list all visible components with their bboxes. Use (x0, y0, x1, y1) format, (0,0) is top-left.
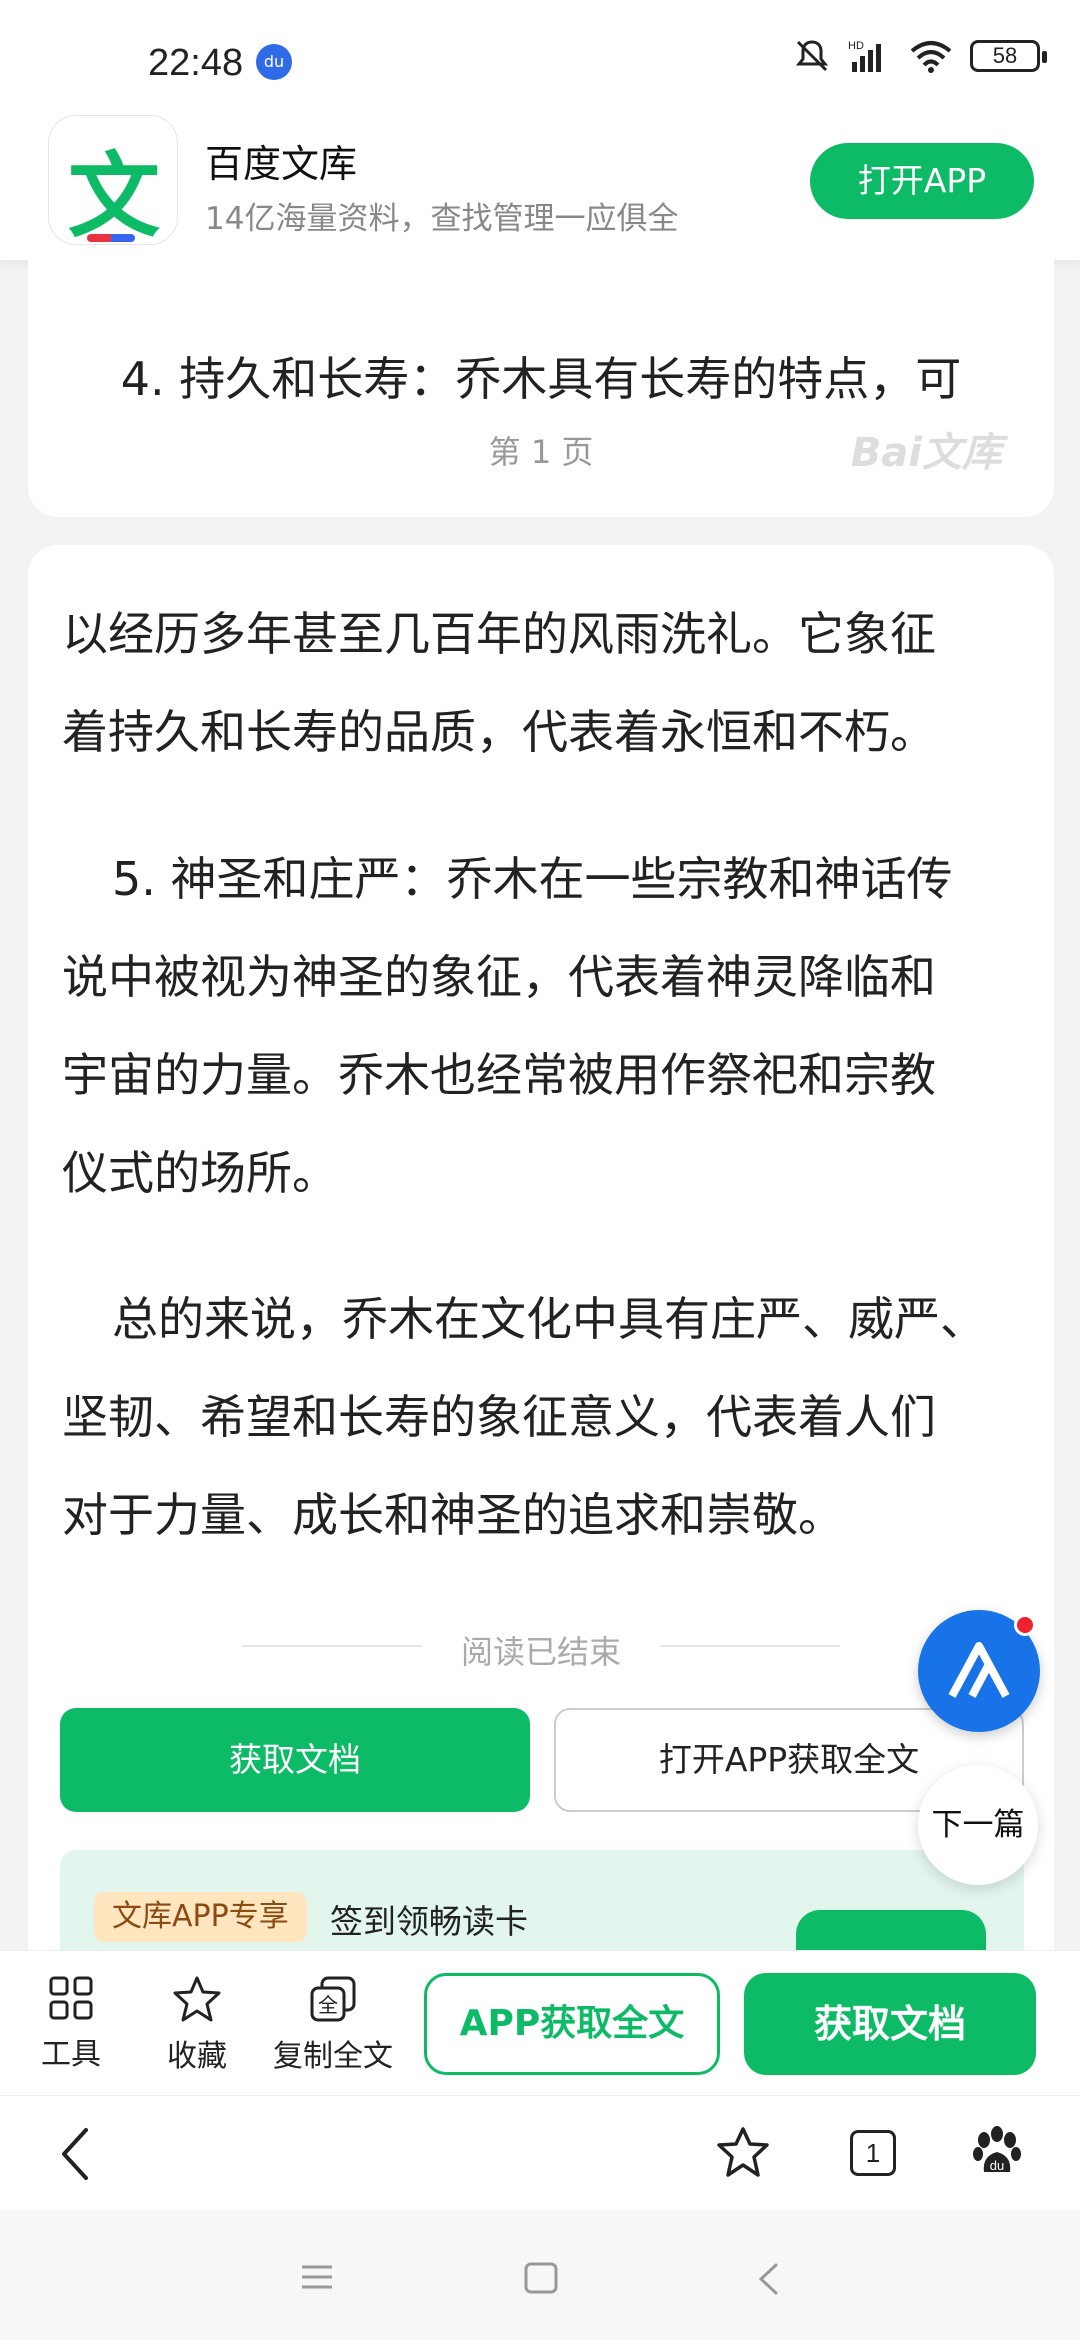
status-bar: 22:48 du HD 58 (0, 0, 1080, 115)
get-document-primary-button[interactable]: 获取文档 (744, 1973, 1036, 2075)
home-button[interactable] (524, 2262, 558, 2298)
paragraph: 以经历多年甚至几百年的风雨洗礼。它象征 着持久和长寿的品质，代表着永恒和不朽。 (62, 607, 936, 759)
page-text-line: 4. 持久和长寿：乔木具有长寿的特点，可 (120, 352, 962, 406)
paragraph: 总的来说，乔木在文化中具有庄严、威严、 坚韧、希望和长寿的象征意义，代表着人们 … (62, 1292, 986, 1542)
svg-text:du: du (990, 2158, 1004, 2173)
system-nav-bar (0, 2210, 1080, 2340)
favorite-button[interactable]: 收藏 (142, 1975, 252, 2075)
copy-all-label: 复制全文 (273, 2039, 393, 2074)
tools-button[interactable]: 工具 (16, 1975, 126, 2073)
app-banner: 文 百度文库 14亿海量资料，查找管理一应俱全 打开APP (0, 115, 1080, 260)
bottom-toolbar: 工具 收藏 全 复制全文 APP获取全文 获取文档 (0, 1950, 1080, 2095)
get-document-button[interactable]: 获取文档 (60, 1708, 530, 1812)
app-full-text-button[interactable]: APP获取全文 (424, 1973, 720, 2075)
menu-button[interactable] (300, 2262, 334, 2296)
status-time: 22:48 (148, 42, 244, 84)
chevron-left-icon (62, 2128, 88, 2180)
reading-ended-label: 阅读已结束 (460, 1633, 621, 1671)
copy-icon: 全 (310, 1976, 356, 2022)
menu-icon (302, 2265, 332, 2289)
battery-indicator: 58 (970, 40, 1047, 72)
promo-text: 签到领畅读卡 (330, 1902, 528, 1941)
tools-label: 工具 (41, 2037, 101, 2072)
banner-subtitle: 14亿海量资料，查找管理一应俱全 (205, 201, 679, 237)
banner-title: 百度文库 (205, 142, 358, 186)
favorite-label: 收藏 (167, 2039, 227, 2074)
next-article-button[interactable]: 下一篇 (918, 1765, 1038, 1885)
star-icon (717, 2127, 769, 2177)
promo-tag: 文库APP专享 (94, 1892, 307, 1942)
open-app-button[interactable]: 打开APP (810, 143, 1034, 219)
svg-text:全: 全 (318, 1993, 338, 2017)
grid-icon (49, 1976, 93, 2020)
system-back-button[interactable] (756, 2262, 780, 2300)
browser-nav-bar: 1 du (0, 2095, 1080, 2210)
bookmark-button[interactable] (716, 2126, 770, 2182)
ai-assistant-button[interactable] (918, 1610, 1040, 1732)
baidu-app-icon: du (256, 44, 292, 80)
back-arrow-icon (758, 2263, 778, 2295)
copy-all-button[interactable]: 全 复制全文 (268, 1975, 398, 2075)
paragraph: 5. 神圣和庄严：乔木在一些宗教和神话传 说中被视为神圣的象征，代表着神灵降临和… (62, 852, 953, 1200)
ai-logo-icon (948, 1642, 1010, 1698)
wifi-icon (910, 41, 952, 73)
back-button[interactable] (56, 2126, 96, 2186)
mute-icon (795, 40, 829, 72)
star-icon (173, 1976, 221, 2022)
status-icons: HD 58 (794, 38, 1047, 74)
wenku-logo: 文 (48, 115, 178, 250)
document-page-2: 以经历多年甚至几百年的风雨洗礼。它象征 着持久和长寿的品质，代表着永恒和不朽。 … (28, 545, 1054, 2045)
svg-text:HD: HD (848, 40, 864, 52)
tab-count: 1 (850, 2130, 896, 2176)
document-page-1: 4. 持久和长寿：乔木具有长寿的特点，可 第 1 页 Bai文库 (28, 255, 1054, 517)
home-square-icon (524, 2262, 558, 2294)
baidu-paw-icon: du (973, 2126, 1021, 2173)
notification-dot (1014, 1614, 1036, 1636)
tabs-button[interactable]: 1 (850, 2130, 896, 2176)
baidu-home-button[interactable]: du (972, 2126, 1022, 2182)
baidu-watermark: Bai文库 (850, 430, 1002, 476)
signal-icon: HD (848, 40, 881, 72)
